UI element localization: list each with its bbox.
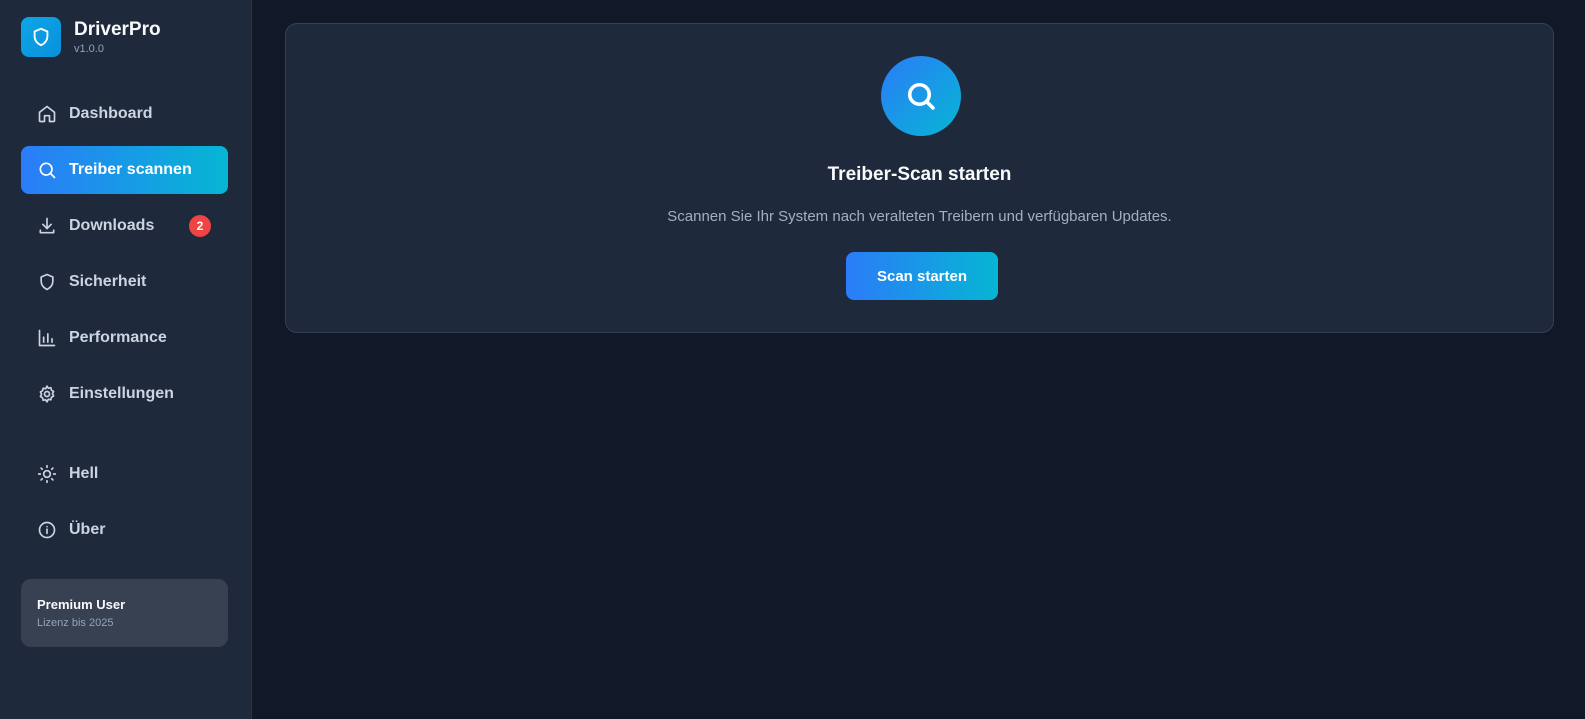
app-version: v1.0.0 — [74, 43, 104, 55]
user-card: Premium User Lizenz bis 2025 — [21, 579, 228, 647]
theme-toggle[interactable]: Hell — [21, 450, 228, 498]
sun-icon — [37, 464, 57, 484]
sidebar-item-performance[interactable]: Performance — [21, 314, 228, 362]
sidebar-item-security[interactable]: Sicherheit — [21, 258, 228, 306]
search-icon — [881, 56, 961, 136]
scan-card: Treiber-Scan starten Scannen Sie Ihr Sys… — [285, 23, 1554, 333]
sidebar-item-label: Dashboard — [69, 105, 153, 122]
start-scan-button[interactable]: Scan starten — [846, 252, 998, 300]
scan-description: Scannen Sie Ihr System nach veralteten T… — [667, 208, 1172, 225]
brand: DriverPro v1.0.0 — [21, 17, 161, 57]
sidebar-item-label: Einstellungen — [69, 385, 174, 402]
sidebar-item-label: Downloads — [69, 217, 155, 234]
user-name: Premium User — [37, 597, 126, 612]
sidebar: DriverPro v1.0.0 Dashboard Treiber scann… — [0, 0, 252, 719]
home-icon — [37, 104, 57, 124]
sidebar-item-settings[interactable]: Einstellungen — [21, 370, 228, 418]
bar-chart-icon — [37, 328, 57, 348]
search-icon — [37, 160, 57, 180]
downloads-count-badge: 2 — [189, 215, 211, 237]
download-icon — [37, 216, 57, 236]
sidebar-item-downloads[interactable]: Downloads 2 — [21, 202, 228, 250]
license-info: Lizenz bis 2025 — [37, 617, 114, 629]
sidebar-item-label: Über — [69, 521, 106, 538]
sidebar-item-label: Treiber scannen — [69, 161, 192, 178]
app-name: DriverPro — [74, 19, 161, 40]
sidebar-item-dashboard[interactable]: Dashboard — [21, 90, 228, 138]
main-content: Treiber-Scan starten Scannen Sie Ihr Sys… — [252, 0, 1585, 719]
shield-icon — [21, 17, 61, 57]
scan-title: Treiber-Scan starten — [827, 164, 1012, 185]
sidebar-item-label: Sicherheit — [69, 273, 147, 290]
shield-icon — [37, 272, 57, 292]
sidebar-item-label: Hell — [69, 465, 99, 482]
sidebar-item-scan[interactable]: Treiber scannen — [21, 146, 228, 194]
app-window: DriverPro v1.0.0 Dashboard Treiber scann… — [0, 0, 1585, 719]
gear-icon — [37, 384, 57, 404]
sidebar-item-label: Performance — [69, 329, 167, 346]
info-icon — [37, 520, 57, 540]
sidebar-item-about[interactable]: Über — [21, 506, 228, 554]
